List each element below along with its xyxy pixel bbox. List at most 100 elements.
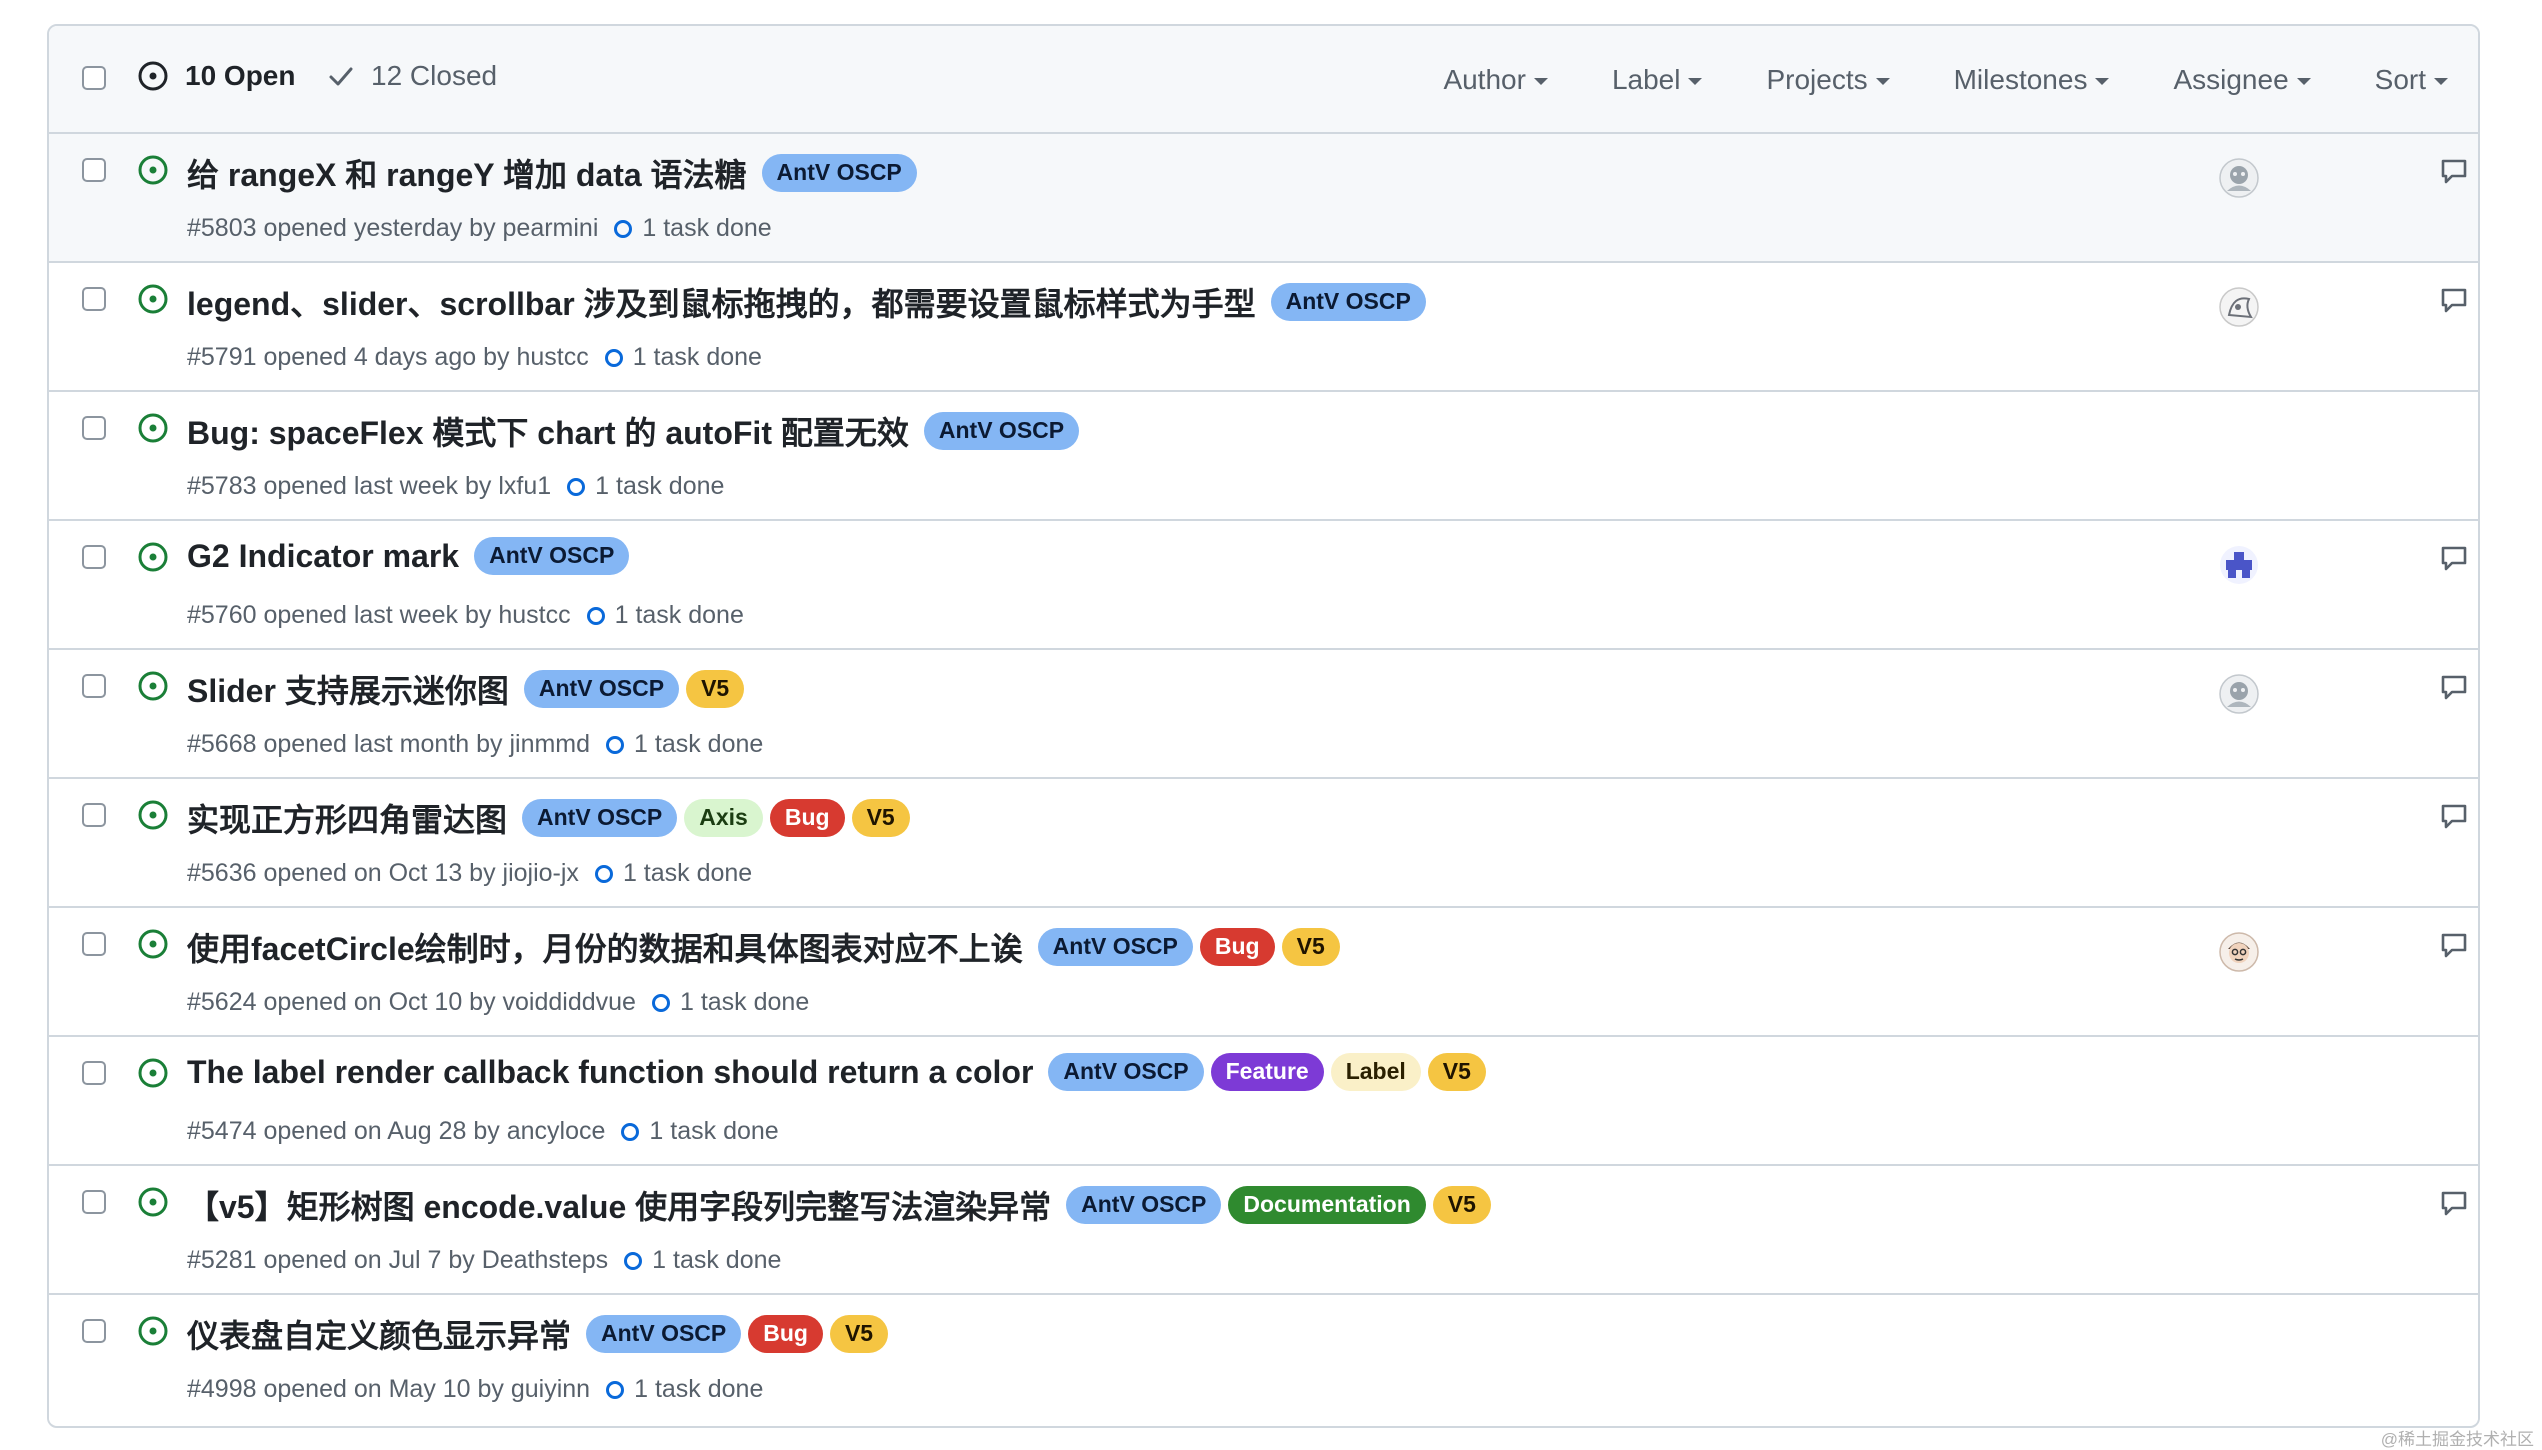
issue-title-link[interactable]: 给 rangeX 和 rangeY 增加 data 语法糖 [187, 150, 747, 196]
label-antv-oscp[interactable]: AntV OSCP [1270, 283, 1426, 321]
label-antv-oscp[interactable]: AntV OSCP [1048, 1053, 1204, 1091]
issue-title-link[interactable]: 实现正方形四角雷达图 [187, 795, 507, 841]
label-antv-oscp[interactable]: AntV OSCP [523, 670, 680, 708]
issue-opened-info: #5783 opened last week by lxfu1 [187, 472, 552, 500]
milestones-filter[interactable]: Milestones [1954, 64, 2110, 96]
issue-title-line: The label render callback function shoul… [187, 1053, 1486, 1091]
label-antv-oscp[interactable]: AntV OSCP [923, 412, 1080, 450]
assignee-avatar[interactable] [2219, 932, 2259, 972]
issue-open-icon [137, 799, 169, 836]
author-filter[interactable]: Author [1443, 64, 1548, 96]
task-progress-icon [606, 735, 625, 754]
issue-row[interactable]: Slider 支持展示迷你图 AntV OSCP V5 #5668 opened la… [49, 650, 2478, 779]
issue-checkbox[interactable] [82, 932, 106, 956]
issue-title-line: 给 rangeX 和 rangeY 增加 data 语法糖 AntV OSCP [187, 150, 917, 196]
task-progress-icon [624, 1251, 643, 1270]
issue-title-link[interactable]: Slider 支持展示迷你图 [187, 666, 509, 712]
label-v5[interactable]: V5 [1427, 1053, 1486, 1091]
issue-title-link[interactable]: 仪表盘自定义颜色显示异常 [187, 1311, 571, 1357]
issues-header: 10 Open 12 Closed Author Label Projects … [49, 26, 2478, 134]
caret-down-icon [2434, 77, 2448, 85]
issue-title-link[interactable]: G2 Indicator mark [187, 538, 459, 575]
issue-checkbox[interactable] [82, 803, 106, 827]
label-antv-oscp[interactable]: AntV OSCP [586, 1315, 742, 1353]
task-progress-label: 1 task done [652, 1246, 782, 1274]
label-documentation[interactable]: Documentation [1228, 1186, 1426, 1224]
open-issues-filter[interactable]: 10 Open [137, 60, 295, 92]
projects-filter[interactable]: Projects [1766, 64, 1890, 96]
comments-link[interactable]: 3 [2439, 1188, 2478, 1217]
assignee-avatar[interactable] [2219, 158, 2259, 198]
issue-checkbox[interactable] [82, 416, 106, 440]
comment-count: 7 [2479, 285, 2480, 314]
issue-row[interactable]: 使用facetCircle绘制时，月份的数据和具体图表对应不上诶 AntV OSC… [49, 908, 2478, 1037]
filter-label: Projects [1766, 64, 1868, 95]
label-v5[interactable]: V5 [1281, 928, 1340, 966]
caret-down-icon [1533, 77, 1548, 85]
issue-title-link[interactable]: legend、slider、scrollbar 涉及到鼠标拖拽的，都需要设置鼠标… [187, 279, 1256, 325]
label-v5[interactable]: V5 [851, 799, 910, 837]
label-antv-oscp[interactable]: AntV OSCP [1066, 1186, 1222, 1224]
assignee-avatar[interactable] [2219, 545, 2259, 585]
filter-label: Assignee [2173, 64, 2289, 95]
sort-filter[interactable]: Sort [2375, 64, 2448, 96]
label-antv-oscp[interactable]: AntV OSCP [1037, 928, 1193, 966]
issue-row[interactable]: 仪表盘自定义颜色显示异常 AntV OSCP Bug V5 #4998 opened o… [49, 1295, 2478, 1424]
issue-opened-info: #5636 opened on Oct 13 by jiojio-jx [187, 859, 579, 887]
issue-title-line: legend、slider、scrollbar 涉及到鼠标拖拽的，都需要设置鼠标… [187, 279, 1426, 325]
label-bug[interactable]: Bug [1199, 928, 1275, 966]
assignee-avatar[interactable] [2219, 674, 2259, 714]
label-feature[interactable]: Feature [1210, 1053, 1324, 1091]
label-antv-oscp[interactable]: AntV OSCP [761, 154, 917, 192]
issue-checkbox[interactable] [82, 287, 106, 311]
issue-checkbox[interactable] [82, 1190, 106, 1214]
issue-title-link[interactable]: 使用facetCircle绘制时，月份的数据和具体图表对应不上诶 [187, 924, 1023, 970]
label-antv-oscp[interactable]: AntV OSCP [474, 537, 630, 575]
comment-icon [2439, 802, 2469, 830]
select-all-checkbox[interactable] [82, 66, 106, 90]
closed-issues-filter[interactable]: 12 Closed [327, 60, 497, 92]
issue-checkbox[interactable] [82, 158, 106, 182]
comments-link[interactable]: 2 [2439, 672, 2478, 701]
issue-row[interactable]: The label render callback function shoul… [49, 1037, 2478, 1166]
issue-checkbox[interactable] [82, 674, 106, 698]
issue-checkbox[interactable] [82, 1319, 106, 1343]
label-antv-oscp[interactable]: AntV OSCP [522, 799, 678, 837]
label-filter[interactable]: Label [1612, 64, 1703, 96]
comments-link[interactable]: 2 [2439, 543, 2478, 572]
assignee-filter[interactable]: Assignee [2173, 64, 2311, 96]
issue-checkbox[interactable] [82, 545, 106, 569]
comment-count: 3 [2479, 156, 2480, 185]
comments-link[interactable]: 7 [2439, 285, 2480, 314]
task-progress: 1 task done [651, 988, 810, 1017]
comment-count: 3 [2479, 801, 2480, 830]
label-axis[interactable]: Axis [684, 799, 763, 837]
label-v5[interactable]: V5 [1432, 1186, 1491, 1224]
comments-link[interactable]: 3 [2439, 801, 2480, 830]
check-icon [327, 62, 355, 90]
issue-open-icon [137, 60, 169, 92]
issue-title-link[interactable]: 【v5】矩形树图 encode.value 使用字段列完整写法渲染异常 [187, 1182, 1051, 1228]
issue-title-link[interactable]: Bug: spaceFlex 模式下 chart 的 autoFit 配置无效 [187, 408, 909, 454]
label-bug[interactable]: Bug [748, 1315, 823, 1353]
comments-link[interactable]: 3 [2439, 930, 2478, 959]
issue-row[interactable]: legend、slider、scrollbar 涉及到鼠标拖拽的，都需要设置鼠标… [49, 263, 2478, 392]
issue-row[interactable]: 给 rangeX 和 rangeY 增加 data 语法糖 AntV OSCP #5… [49, 134, 2478, 263]
issue-meta: #5803 opened yesterday by pearmini 1 task… [187, 214, 772, 243]
issues-box: 10 Open 12 Closed Author Label Projects … [47, 24, 2480, 1428]
issue-open-icon [137, 928, 169, 965]
task-progress-label: 1 task done [679, 988, 810, 1016]
label-v5[interactable]: V5 [829, 1315, 889, 1353]
label-bug[interactable]: Bug [769, 799, 845, 837]
issue-row[interactable]: 实现正方形四角雷达图 AntV OSCP Axis Bug V5 #5636 opened… [49, 779, 2478, 908]
label-v5[interactable]: V5 [686, 670, 745, 708]
issue-row[interactable]: G2 Indicator mark AntV OSCP #5760 opened l… [49, 521, 2478, 650]
comments-link[interactable]: 3 [2439, 156, 2480, 185]
assignee-avatar[interactable] [2219, 287, 2259, 327]
issue-row[interactable]: 【v5】矩形树图 encode.value 使用字段列完整写法渲染异常 AntV … [49, 1166, 2478, 1295]
task-progress-icon [651, 993, 670, 1012]
issue-title-link[interactable]: The label render callback function shoul… [187, 1054, 1033, 1091]
issue-checkbox[interactable] [82, 1061, 106, 1085]
issue-row[interactable]: Bug: spaceFlex 模式下 chart 的 autoFit 配置无效 A… [49, 392, 2478, 521]
label-label[interactable]: Label [1330, 1053, 1421, 1091]
